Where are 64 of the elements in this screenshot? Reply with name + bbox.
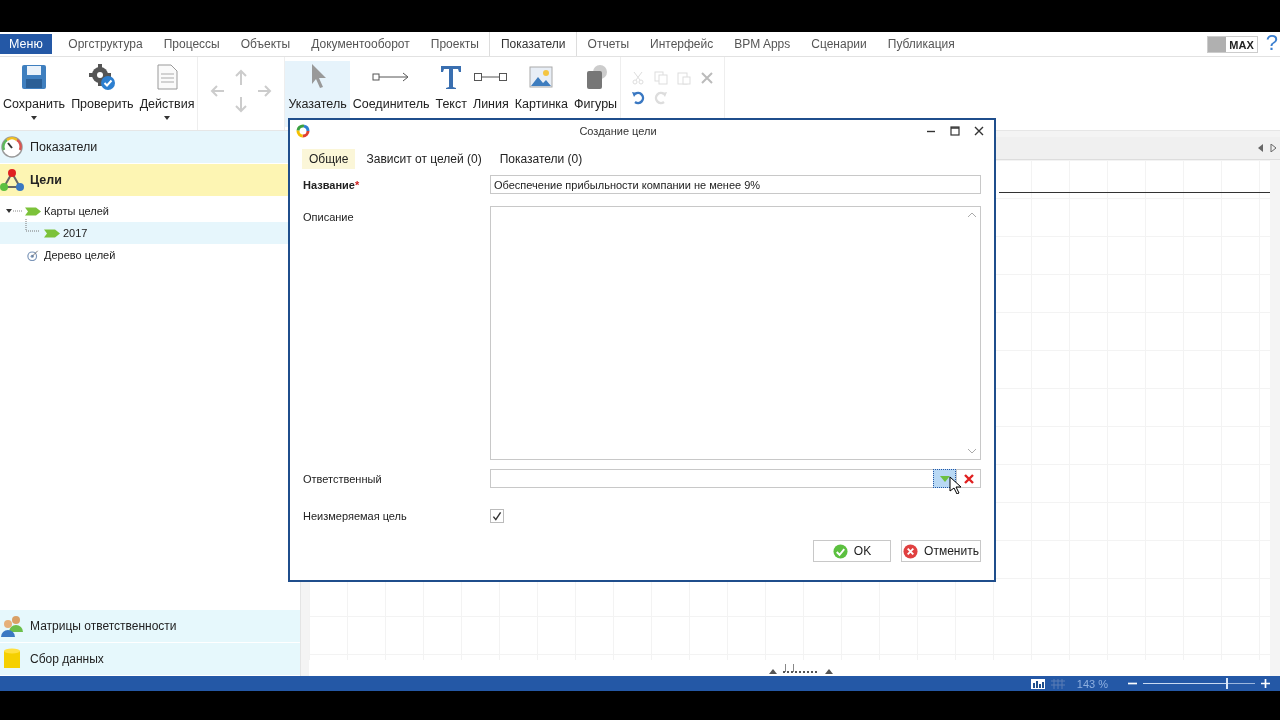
actions-button[interactable]: Действия [136,61,198,127]
scroll-right-icon[interactable] [1270,144,1276,152]
maximize-icon[interactable] [950,126,960,136]
menu-tab[interactable]: Проекты [420,32,490,56]
field-label: Неизмеряемая цель [303,510,408,522]
tag-icon [25,205,41,217]
name-field[interactable]: Обеспечение прибыльности компании не менее 9% [490,175,981,194]
checkbox[interactable] [490,509,504,523]
zoom-slider[interactable] [1143,678,1255,689]
menu-tab[interactable]: Интерфейс [639,32,724,56]
horizontal-scrollbar[interactable] [309,660,1270,676]
sidebar-section[interactable]: Матрицы ответственности [0,610,300,643]
line-icon [474,73,508,81]
menu-tab[interactable]: Оргструктура [57,32,154,56]
chart-icon[interactable] [1030,678,1045,689]
move-arrows-icon [210,69,273,113]
tree-item[interactable]: Дерево целей [0,244,300,266]
image-icon [527,63,556,91]
help-link[interactable]: ? [1265,32,1278,56]
line-tool[interactable]: Линия [469,61,512,127]
mouse-cursor-icon [949,476,961,494]
menu-tab[interactable]: Документооборот [300,32,421,56]
splitter-handle[interactable] [769,667,833,675]
field-label: Ответственный [303,472,383,485]
menu-tab[interactable]: Показатели [489,32,578,56]
menu-button[interactable]: Меню [0,34,52,54]
max-toggle[interactable]: MAX [1207,36,1258,53]
scroll-left-icon[interactable] [1258,144,1264,152]
dialog-title: Создание цели [578,125,658,137]
gear-check-icon [88,63,117,91]
sidebar-section[interactable]: Сбор данных [0,643,300,676]
check-circle-icon [832,543,848,559]
field-label: Описание [303,211,355,223]
close-icon[interactable] [974,126,984,136]
zoom-in-icon[interactable] [1261,679,1270,688]
expander-icon[interactable] [6,207,22,215]
text-tool[interactable]: Текст [432,61,470,127]
undo-icon[interactable] [631,91,646,105]
dialog-tab[interactable]: Показатели (0) [492,149,590,169]
dialog-tab[interactable]: Общие [302,149,356,169]
save-button[interactable]: Сохранить [0,61,69,127]
cancel-circle-icon [903,543,919,559]
ok-button[interactable]: OK [813,540,891,562]
triangle-nodes-icon [0,168,24,192]
cancel-button[interactable]: Отменить [901,540,981,562]
menu-tab[interactable]: Процессы [153,32,231,56]
menu-tab[interactable]: Публикация [877,32,966,56]
caret-icon [939,475,950,482]
menu-tab[interactable]: Сценарии [800,32,878,56]
app-logo-icon [296,124,310,138]
people-icon [0,614,24,638]
dialog-tab[interactable]: Зависит от целей (0) [359,149,489,169]
responsible-field[interactable] [490,469,935,488]
menu-tab[interactable]: BPM Apps [723,32,801,56]
close-icon [963,473,974,484]
check-button[interactable]: Проверить [68,61,137,127]
menu-tab[interactable]: Объекты [230,32,301,56]
menu-tab[interactable]: Отчеты [577,32,640,56]
gauge-icon [0,135,24,159]
tag-icon [44,227,60,239]
zoom-level: 143 % [1076,677,1108,690]
connector-tool[interactable]: Соединитель [349,61,433,127]
target-icon [25,249,41,261]
field-label: Название* [303,178,361,191]
